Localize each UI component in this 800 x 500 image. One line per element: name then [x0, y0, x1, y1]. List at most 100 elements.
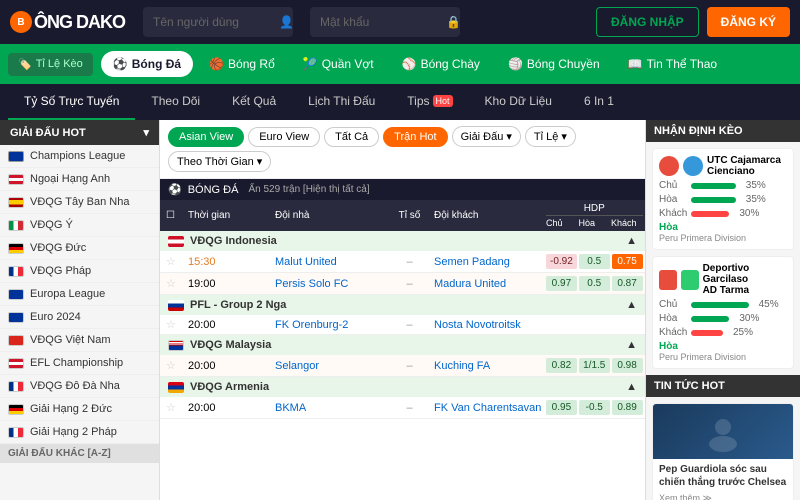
match-away-2-0[interactable]: Kuching FA [434, 360, 544, 372]
match-home-0-0[interactable]: Malut United [275, 256, 385, 268]
match-away-3-0[interactable]: FK Van Charentsavan [434, 402, 544, 414]
sidebar-item-efl[interactable]: EFL Championship [0, 352, 159, 375]
nav2-kho-du-lieu[interactable]: Kho Dữ Liệu [469, 84, 568, 120]
match-home-3-0[interactable]: BKMA [275, 402, 385, 414]
nav1-quan-vot[interactable]: 🎾 Quần Vợt [291, 51, 386, 77]
tin-sub-0[interactable]: Xem thêm ≫ [653, 493, 793, 500]
nav2-tips[interactable]: Tips Hot [391, 84, 468, 120]
tin-title: TIN TỨC HOT [646, 375, 800, 397]
match-away-1-0[interactable]: Nosta Novotroitsk [434, 319, 544, 331]
league-armenia-collapse[interactable]: ▲ [626, 381, 637, 393]
nav2-ty-so[interactable]: Tỷ Số Trực Tuyến [8, 84, 135, 120]
league-malaysia-collapse[interactable]: ▲ [626, 339, 637, 351]
sidebar-item-champions[interactable]: Champions League [0, 145, 159, 168]
hdp-khach-1-0[interactable] [612, 323, 643, 327]
asian-view-btn[interactable]: Asian View [168, 127, 244, 147]
match-star-2-0[interactable]: ☆ [166, 359, 186, 372]
sidebar-item-spain[interactable]: VĐQG Tây Ban Nha [0, 191, 159, 214]
sidebar-item-vdqg-donha[interactable]: VĐQG Đô Đà Nha [0, 375, 159, 398]
ti-le-dropdown[interactable]: Tỉ Lệ ▾ [525, 126, 576, 147]
nav1: 🏷️ Tỉ Lệ Kèo ⚽ Bóng Đá 🏀 Bóng Rổ 🎾 Quần … [0, 44, 800, 84]
league-indonesia-label: VĐQG Indonesia [190, 235, 277, 247]
sidebar-item-euro2024[interactable]: Euro 2024 [0, 306, 159, 329]
sidebar-item-hang2phap[interactable]: Giải Hạng 2 Pháp [0, 421, 159, 444]
hot-badge: Hot [433, 95, 453, 107]
nav1-bong-ro[interactable]: 🏀 Bóng Rổ [197, 51, 287, 77]
col-score-header: Tỉ số [387, 210, 432, 221]
match-time-3-0: 20:00 [188, 402, 273, 414]
match-home-0-1[interactable]: Persis Solo FC [275, 278, 385, 290]
sidebar-item-hang2duc[interactable]: Giải Hạng 2 Đức [0, 398, 159, 421]
tran-hot-btn[interactable]: Trận Hot [383, 127, 447, 147]
sidebar-item-germany[interactable]: VĐQG Đức [0, 237, 159, 260]
hdp-chu-1-0[interactable] [546, 323, 577, 327]
hdp-chu-0-1[interactable]: 0.97 [546, 276, 577, 291]
register-button[interactable]: ĐĂNG KÝ [707, 7, 790, 37]
league-nga-collapse[interactable]: ▲ [626, 299, 637, 311]
hdp-val-2-0[interactable]: 1/1.5 [579, 358, 610, 373]
col-time-header: Thời gian [188, 210, 273, 221]
username-input[interactable] [143, 7, 293, 37]
match-away-0-0[interactable]: Semen Padang [434, 256, 544, 268]
nav1-bong-da[interactable]: ⚽ Bóng Đá [101, 51, 193, 77]
hdp-val-1-0[interactable] [579, 323, 610, 327]
nav2-lich-thi-dau[interactable]: Lịch Thi Đấu [292, 84, 391, 120]
hdp-khach-0-1[interactable]: 0.87 [612, 276, 643, 291]
euro2024-flag [8, 312, 24, 323]
hdp-header: HDP [546, 203, 643, 216]
match-away-0-1[interactable]: Madura United [434, 278, 544, 290]
match-star[interactable]: ☆ [166, 255, 186, 268]
sidebar-item-france[interactable]: VĐQG Pháp [0, 260, 159, 283]
hdp-chu-0-0[interactable]: -0.92 [546, 254, 577, 269]
hdp-val-0-0[interactable]: 0.5 [579, 254, 610, 269]
league-collapse-icon[interactable]: ▲ [626, 235, 637, 247]
nav1-bong-chay[interactable]: ⚾ Bóng Chày [390, 51, 492, 77]
champions-flag [8, 151, 24, 162]
hdp-val-0-1[interactable]: 0.5 [579, 276, 610, 291]
sidebar-item-nha[interactable]: Ngoại Hạng Anh [0, 168, 159, 191]
sidebar-item-europa[interactable]: Europa League [0, 283, 159, 306]
tin-img-0 [653, 404, 793, 459]
bar-fill-1-3 [691, 330, 723, 336]
password-input[interactable] [310, 7, 460, 37]
euro-view-btn[interactable]: Euro View [248, 127, 320, 147]
nav2-ket-qua[interactable]: Kết Quả [216, 84, 292, 120]
bong-ro-icon: 🏀 [209, 57, 224, 71]
odds-0-1: 0.97 0.5 0.87 0.97 2/2.5 0.85 [546, 276, 645, 291]
sidebar-item-vietnam[interactable]: VĐQG Việt Nam [0, 329, 159, 352]
theo-thoi-gian-dropdown[interactable]: Theo Thời Gian ▾ [168, 151, 271, 172]
hdp-val-3-0[interactable]: -0.5 [579, 400, 610, 415]
odds-0-0: -0.92 0.5 0.75 0.86 1.5/2 0.96 [546, 254, 645, 269]
login-button[interactable]: ĐĂNG NHẬP [596, 7, 699, 37]
tat-ca-btn[interactable]: Tất Cả [324, 127, 379, 147]
nav2-theo-doi[interactable]: Theo Dõi [135, 84, 216, 120]
match-time-1-0: 20:00 [188, 319, 273, 331]
hdp-khach-3-0[interactable]: 0.89 [612, 400, 643, 415]
odds-2-0: 0.82 1/1.5 0.98 0.82 2.5/3 0.85 [546, 358, 645, 373]
match-star-1-0[interactable]: ☆ [166, 318, 186, 331]
league-malaysia: VĐQG Malaysia ▲ [160, 335, 645, 355]
logo-text: ÔNG DAKO [34, 12, 125, 33]
match-home-2-0[interactable]: Selangor [275, 360, 385, 372]
giai-dau-dropdown[interactable]: Giải Đấu ▾ [452, 126, 521, 147]
team2-logo-1 [681, 270, 699, 290]
nav1-bong-chuyen[interactable]: 🏐 Bóng Chuyền [496, 51, 612, 77]
hdp-khach-2-0[interactable]: 0.98 [612, 358, 643, 373]
match-star-3-0[interactable]: ☆ [166, 401, 186, 414]
hdp-chu-3-0[interactable]: 0.95 [546, 400, 577, 415]
nav1-tin-the-thao[interactable]: 📖 Tin Thể Thao [616, 51, 729, 77]
main-content: Asian View Euro View Tất Cả Trận Hot Giả… [160, 120, 645, 500]
nav2-6in1[interactable]: 6 In 1 [568, 84, 630, 120]
ratio-keo-tab[interactable]: 🏷️ Tỉ Lệ Kèo [8, 53, 93, 76]
match-row-2-0: ☆ 20:00 Selangor – Kuching FA 0.82 1/1.5… [160, 355, 645, 377]
match-home-1-0[interactable]: FK Orenburg-2 [275, 319, 385, 331]
tin-item-0[interactable]: Pep Guardiola sóc sau chiến thắng trước … [652, 403, 794, 500]
hdp-chu-2-0[interactable]: 0.82 [546, 358, 577, 373]
hdp-khach-0-0[interactable]: 0.75 [612, 254, 643, 269]
spain-flag [8, 197, 24, 208]
match-star-0-1[interactable]: ☆ [166, 277, 186, 290]
hdp-sub-headers: Chủ Hòa Khách [546, 218, 643, 228]
sidebar-item-italy[interactable]: VĐQG Ý [0, 214, 159, 237]
sidebar-other-title[interactable]: GIẢI ĐẤU KHÁC [A-Z] [0, 444, 159, 463]
nav1-bong-chay-label: Bóng Chày [421, 57, 480, 71]
